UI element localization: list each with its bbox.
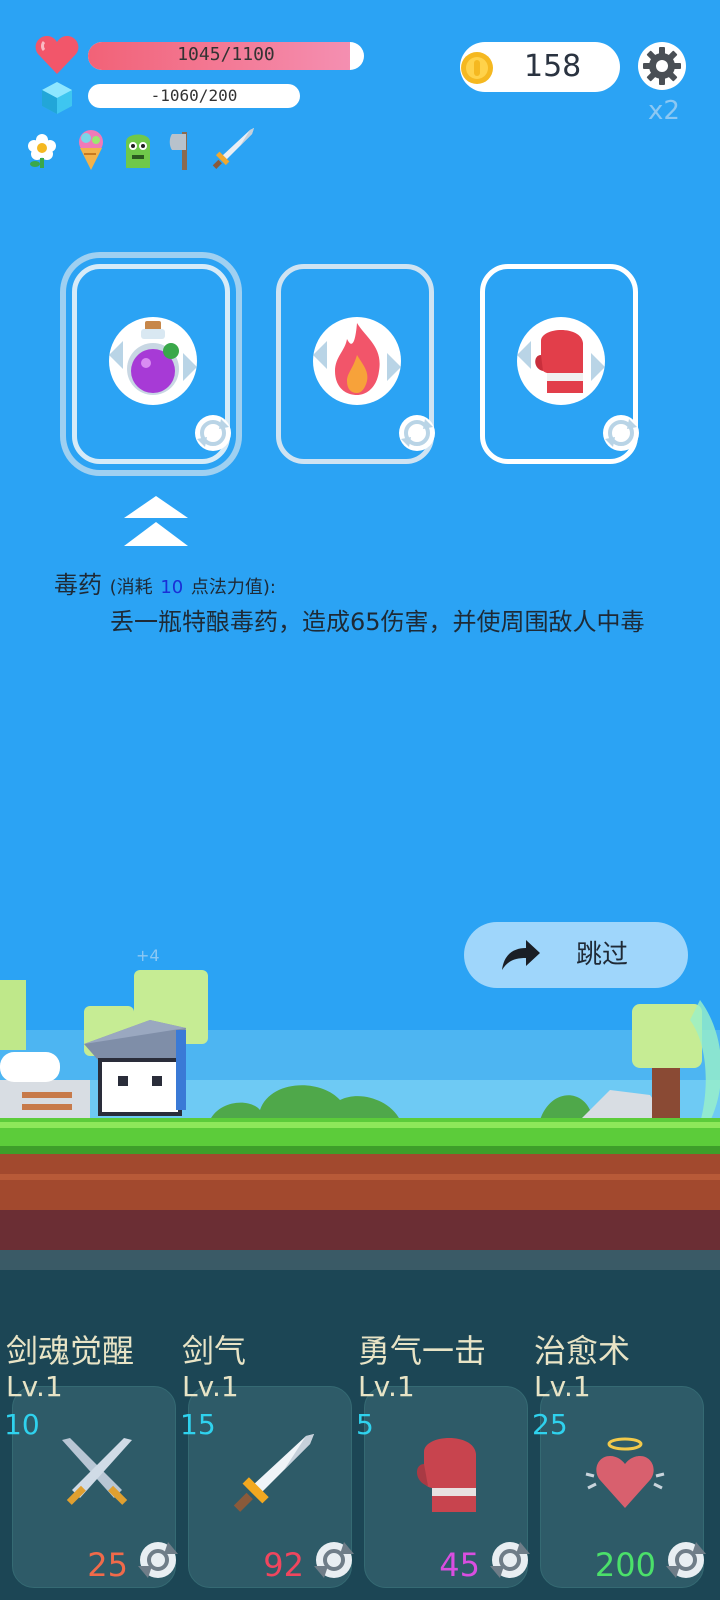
skill-name: 治愈术	[534, 1332, 631, 1370]
skill-level: Lv.1	[182, 1370, 239, 1403]
green-monster-icon	[126, 134, 150, 168]
upgrade-swirl-icon[interactable]	[312, 1538, 356, 1582]
fire-icon	[313, 317, 401, 405]
mp-bar: -1060/200	[88, 84, 300, 108]
card-poison-potion[interactable]	[72, 264, 233, 464]
skill-mp-cost: 15	[180, 1408, 216, 1441]
angel-heart-icon	[585, 1437, 665, 1508]
battle-scene	[0, 970, 720, 1270]
skill-name: 剑气	[182, 1332, 247, 1370]
skill-mp-cost: 5	[356, 1408, 374, 1441]
mana-crystal-icon	[42, 82, 72, 114]
flower-icon	[28, 134, 56, 168]
skill-mp-cost: 10	[4, 1408, 40, 1441]
skill-level: Lv.1	[358, 1370, 415, 1403]
refresh-icon[interactable]	[397, 413, 437, 453]
skill-title: 毒药	[54, 571, 102, 599]
skill-cost-value: 10	[160, 577, 184, 598]
crossed-swords-icon	[62, 1438, 132, 1505]
double-chevron-up-icon	[124, 496, 188, 546]
ice-cream-icon	[79, 130, 103, 170]
mp-text: -1060/200	[150, 86, 238, 105]
axe-icon	[169, 132, 187, 170]
skill-level: Lv.1	[6, 1370, 63, 1403]
skill-upgrade-cost: 45	[439, 1546, 480, 1584]
refresh-icon[interactable]	[193, 413, 233, 453]
skill-upgrade-cost: 25	[87, 1546, 128, 1584]
skill-cost-prefix: (消耗	[109, 577, 153, 598]
skill-body: 丢一瓶特酿毒药，造成65伤害，并使周围敌人中毒	[110, 608, 645, 636]
card-boxing-glove[interactable]	[480, 264, 641, 464]
boxing-glove-icon	[416, 1438, 476, 1512]
sword-icon	[233, 1434, 314, 1512]
hp-bar: 1045/1100	[88, 42, 364, 70]
skill-slot[interactable]: 勇气一击 Lv.1 5 45	[352, 1270, 530, 1600]
upgrade-swirl-icon[interactable]	[664, 1538, 708, 1582]
gear-icon[interactable]	[638, 42, 686, 90]
coin-counter: 158	[460, 42, 620, 92]
skill-cost-suffix: 点法力值):	[190, 577, 276, 598]
skill-upgrade-cost: 92	[263, 1546, 304, 1584]
hp-text: 1045/1100	[177, 44, 275, 65]
skill-description: 毒药 (消耗 10 点法力值): 丢一瓶特酿毒药，造成65伤害，并使周围敌人中毒	[54, 568, 664, 639]
skill-slot[interactable]: 剑魂觉醒 Lv.1 10 25	[0, 1270, 178, 1600]
skill-bar: 剑魂觉醒 Lv.1 10 25 剑气 Lv.1 15 92 勇气一击 Lv.1 …	[0, 1270, 720, 1600]
refresh-icon[interactable]	[601, 413, 641, 453]
potion-icon	[109, 317, 197, 405]
coin-value: 158	[524, 49, 582, 84]
skill-level: Lv.1	[534, 1370, 591, 1403]
skill-slot[interactable]: 剑气 Lv.1 15 92	[176, 1270, 354, 1600]
skill-slot[interactable]: 治愈术 Lv.1 25 200	[528, 1270, 706, 1600]
speed-multiplier[interactable]: x2	[648, 96, 680, 126]
skill-name: 剑魂觉醒	[6, 1332, 135, 1370]
card-fire[interactable]	[276, 264, 437, 464]
heart-icon	[35, 36, 79, 74]
upgrade-swirl-icon[interactable]	[136, 1538, 180, 1582]
sword-icon	[212, 128, 254, 169]
coin-icon	[461, 52, 493, 84]
skill-mp-cost: 25	[532, 1408, 568, 1441]
skill-upgrade-cost: 200	[594, 1546, 656, 1584]
skill-name: 勇气一击	[358, 1332, 487, 1370]
boxing-glove-icon	[517, 317, 605, 405]
upgrade-swirl-icon[interactable]	[488, 1538, 532, 1582]
